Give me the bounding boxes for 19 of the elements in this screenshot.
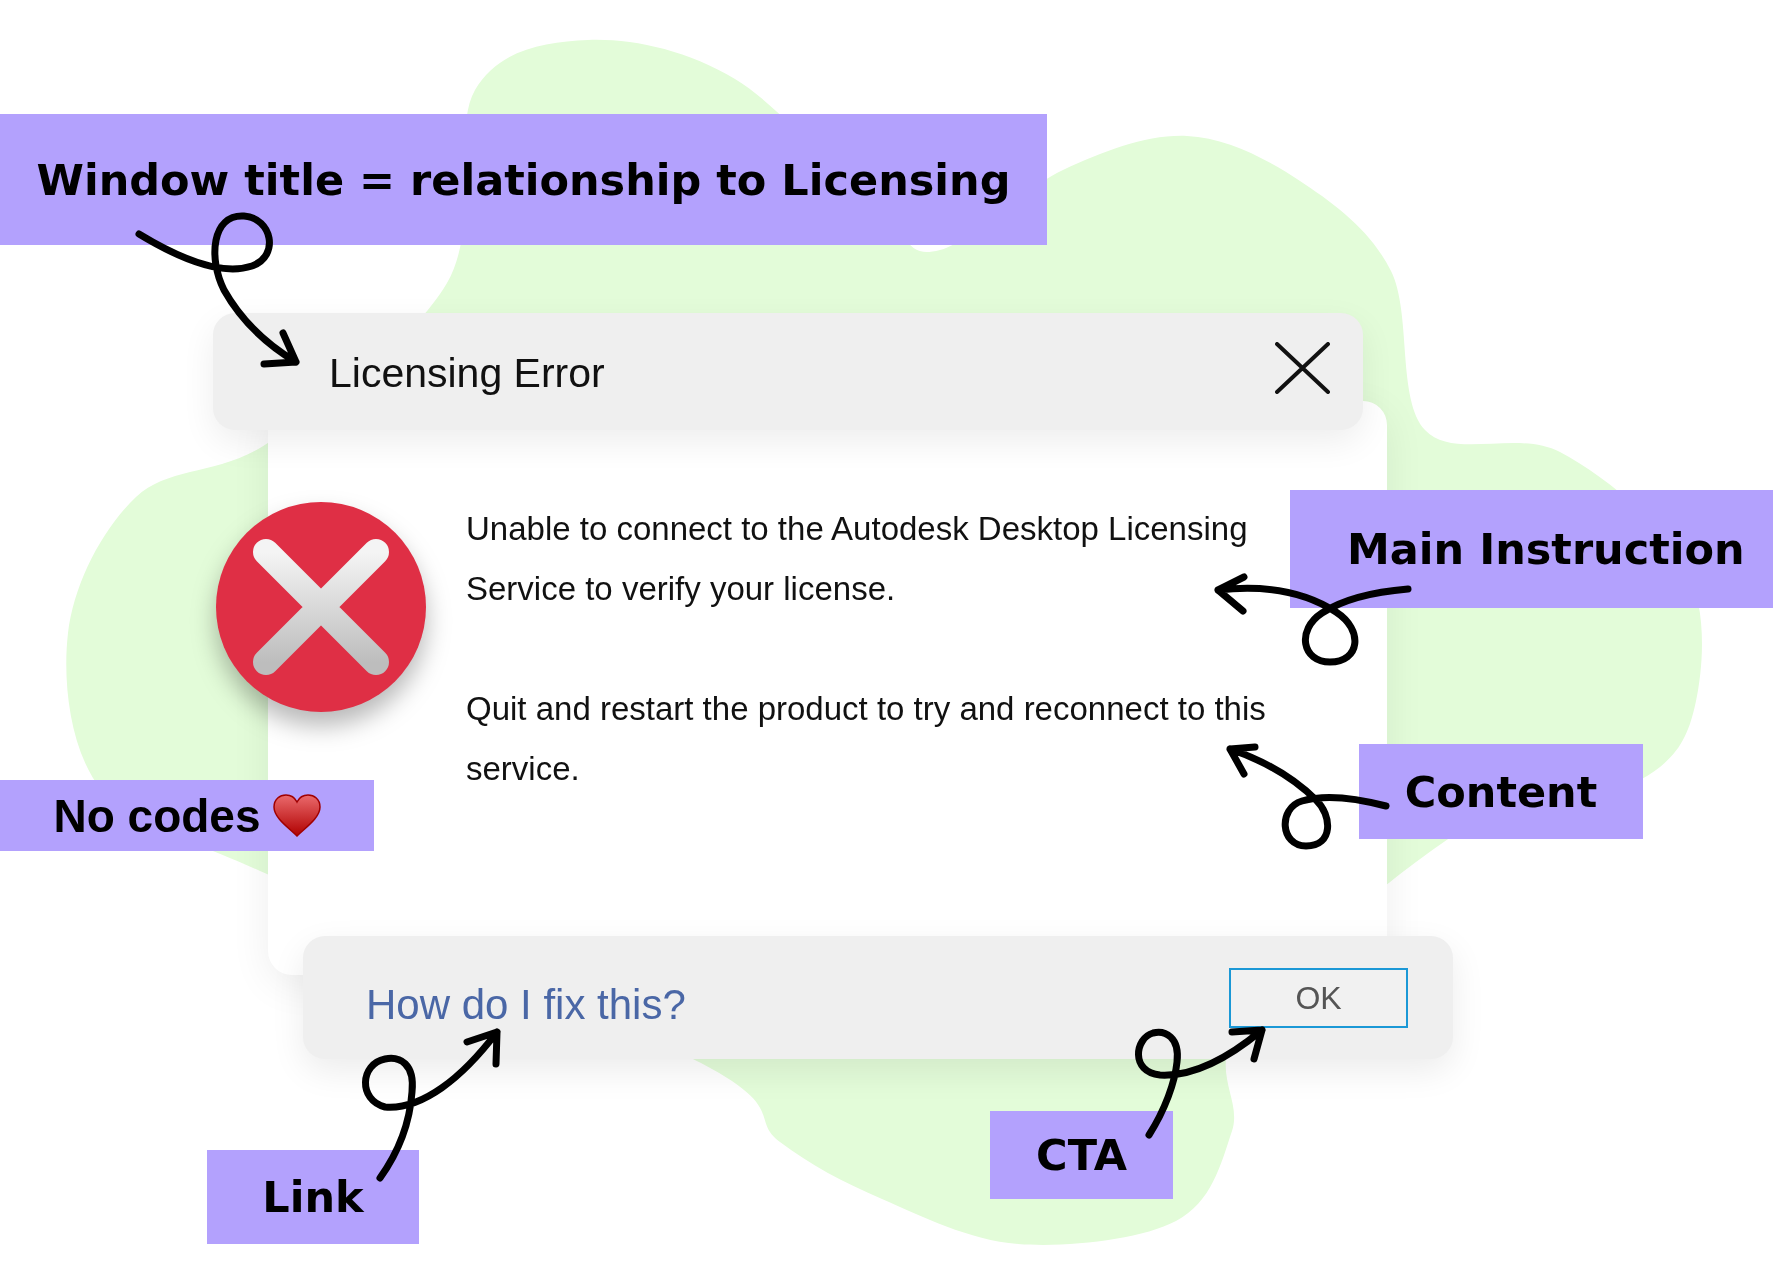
content-text: Quit and restart the product to try and reconnect to this service. [466,689,1267,789]
annotation-text: Window title = relationship to Licensing [36,154,1011,205]
close-icon[interactable] [1275,341,1330,394]
annotation-text: CTA [1036,1130,1127,1180]
help-link[interactable]: How do I fix this? [366,980,686,1029]
annotation-text: No codes [53,788,261,843]
window-title: Licensing Error [329,350,605,397]
main-instruction: Unable to connect to the Autodesk Desktop Licensing Service to verify your license. [466,509,1249,609]
curly-arrow-icon [1214,573,1412,666]
heart-icon [272,794,321,837]
annotation-text: Content [1404,766,1598,817]
annotation-text: Link [262,1172,364,1222]
annotation-text: Main Instruction [1347,524,1745,574]
curly-arrow-icon [1135,1026,1266,1139]
ok-button[interactable]: OK [1229,968,1408,1028]
curly-arrow-icon [135,212,300,368]
error-icon [216,502,426,712]
curly-arrow-icon [362,1028,501,1182]
curly-arrow-icon [1226,743,1390,850]
